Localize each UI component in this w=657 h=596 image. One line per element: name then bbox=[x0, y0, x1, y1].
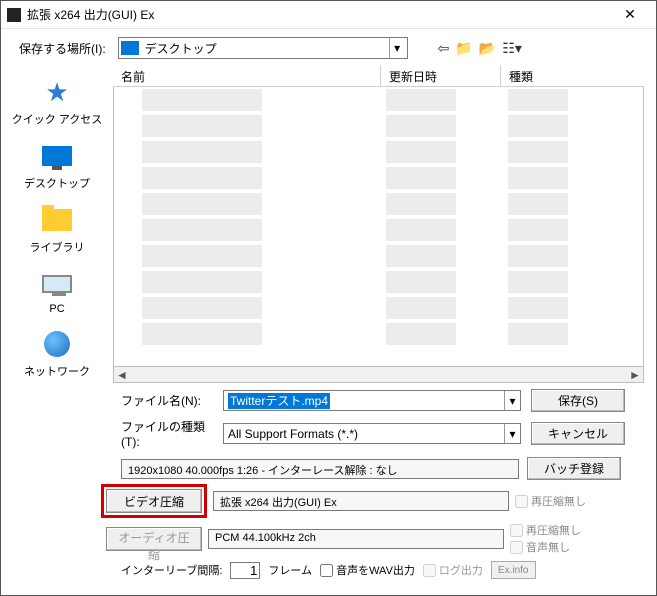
filetype-row: ファイルの種類(T): All Support Formats (*.*) ▾ … bbox=[121, 418, 656, 449]
file-list[interactable] bbox=[113, 87, 644, 367]
list-item[interactable] bbox=[114, 165, 643, 191]
scroll-left-icon[interactable]: ◄ bbox=[114, 368, 130, 382]
close-button[interactable]: ✕ bbox=[610, 1, 650, 29]
toolbar-icons: ⇦ 📁 📂 ☷▾ bbox=[438, 40, 522, 57]
video-info-row: 1920x1080 40.000fps 1:26 - インターレース解除 : な… bbox=[121, 457, 656, 480]
column-name[interactable]: 名前 bbox=[113, 65, 381, 86]
log-output-checkbox[interactable]: ログ出力 bbox=[423, 562, 483, 578]
pc-icon bbox=[42, 275, 72, 293]
places-sidebar: ★ クイック アクセス デスクトップ ライブラリ PC ネットワーク bbox=[1, 65, 113, 383]
sidebar-item-quickaccess[interactable]: ★ クイック アクセス bbox=[12, 77, 103, 127]
globe-icon bbox=[44, 331, 70, 357]
star-icon: ★ bbox=[45, 77, 68, 108]
folder-icon bbox=[42, 209, 72, 231]
main-area: ★ クイック アクセス デスクトップ ライブラリ PC ネットワーク bbox=[1, 65, 656, 383]
file-list-area: 名前 更新日時 種類 ◄ ► bbox=[113, 65, 644, 383]
audio-compress-button[interactable]: オーディオ圧縮 bbox=[106, 527, 202, 551]
audio-codec-text: PCM 44.100kHz 2ch bbox=[208, 529, 504, 549]
frame-unit-label: フレーム bbox=[268, 562, 312, 578]
video-codec-row: ビデオ圧縮 拡張 x264 出力(GUI) Ex 再圧縮無し bbox=[101, 484, 656, 518]
sidebar-item-pc[interactable]: PC bbox=[39, 269, 75, 315]
new-folder-icon[interactable]: 📂 bbox=[479, 40, 496, 57]
sidebar-item-label: クイック アクセス bbox=[12, 111, 103, 127]
titlebar: 拡張 x264 出力(GUI) Ex ✕ bbox=[1, 1, 656, 29]
list-item[interactable] bbox=[114, 217, 643, 243]
no-recompress-audio-checkbox[interactable]: 再圧縮無し bbox=[510, 522, 581, 538]
back-icon[interactable]: ⇦ bbox=[438, 40, 450, 57]
save-button[interactable]: 保存(S) bbox=[531, 389, 625, 412]
view-menu-icon[interactable]: ☷▾ bbox=[502, 40, 522, 57]
interleave-input[interactable] bbox=[230, 562, 260, 579]
sidebar-item-network[interactable]: ネットワーク bbox=[24, 329, 90, 379]
sidebar-item-label: ライブラリ bbox=[30, 239, 85, 255]
audio-codec-row: オーディオ圧縮 PCM 44.100kHz 2ch 再圧縮無し 音声無し bbox=[101, 522, 656, 555]
list-item[interactable] bbox=[114, 87, 643, 113]
list-item[interactable] bbox=[114, 269, 643, 295]
window-title: 拡張 x264 出力(GUI) Ex bbox=[27, 6, 610, 23]
filetype-value: All Support Formats (*.*) bbox=[224, 427, 504, 441]
filename-value: Twitterテスト.mp4 bbox=[228, 393, 330, 409]
sidebar-item-label: PC bbox=[49, 303, 64, 315]
no-recompress-checkbox[interactable]: 再圧縮無し bbox=[515, 493, 586, 509]
location-toolbar: 保存する場所(I): デスクトップ ▾ ⇦ 📁 📂 ☷▾ bbox=[1, 29, 656, 65]
horizontal-scrollbar[interactable]: ◄ ► bbox=[113, 367, 644, 383]
desktop-icon bbox=[121, 41, 139, 55]
filename-row: ファイル名(N): Twitterテスト.mp4 ▾ 保存(S) bbox=[121, 389, 656, 412]
highlight-box: ビデオ圧縮 bbox=[101, 484, 207, 518]
save-in-label: 保存する場所(I): bbox=[19, 40, 106, 57]
interleave-row: インターリーブ間隔: フレーム 音声をWAV出力 ログ出力 Ex.info bbox=[121, 561, 656, 579]
video-info-text: 1920x1080 40.000fps 1:26 - インターレース解除 : な… bbox=[121, 459, 519, 479]
filetype-label: ファイルの種類(T): bbox=[121, 418, 213, 449]
monitor-icon bbox=[42, 146, 72, 166]
location-text: デスクトップ bbox=[145, 40, 389, 57]
app-icon bbox=[7, 8, 21, 22]
column-type[interactable]: 種類 bbox=[501, 65, 644, 86]
batch-register-button[interactable]: バッチ登録 bbox=[527, 457, 621, 480]
filename-label: ファイル名(N): bbox=[121, 392, 213, 409]
video-codec-text: 拡張 x264 出力(GUI) Ex bbox=[213, 491, 509, 511]
dialog-window: 拡張 x264 出力(GUI) Ex ✕ 保存する場所(I): デスクトップ ▾… bbox=[0, 0, 657, 596]
sidebar-item-label: ネットワーク bbox=[24, 363, 90, 379]
chevron-down-icon[interactable]: ▾ bbox=[389, 38, 405, 58]
sidebar-item-label: デスクトップ bbox=[24, 175, 90, 191]
location-combo[interactable]: デスクトップ ▾ bbox=[118, 37, 408, 59]
list-item[interactable] bbox=[114, 321, 643, 347]
interleave-label: インターリーブ間隔: bbox=[121, 562, 222, 578]
list-item[interactable] bbox=[114, 113, 643, 139]
scroll-right-icon[interactable]: ► bbox=[627, 368, 643, 382]
chevron-down-icon[interactable]: ▾ bbox=[504, 424, 520, 443]
filetype-select[interactable]: All Support Formats (*.*) ▾ bbox=[223, 423, 521, 444]
list-item[interactable] bbox=[114, 243, 643, 269]
list-item[interactable] bbox=[114, 139, 643, 165]
exinfo-button[interactable]: Ex.info bbox=[491, 561, 536, 579]
video-compress-button[interactable]: ビデオ圧縮 bbox=[106, 489, 202, 513]
sidebar-item-desktop[interactable]: デスクトップ bbox=[24, 141, 90, 191]
wav-output-checkbox[interactable]: 音声をWAV出力 bbox=[320, 562, 415, 578]
no-audio-checkbox[interactable]: 音声無し bbox=[510, 539, 581, 555]
list-item[interactable] bbox=[114, 295, 643, 321]
filename-input[interactable]: Twitterテスト.mp4 ▾ bbox=[223, 390, 521, 411]
list-header: 名前 更新日時 種類 bbox=[113, 65, 644, 87]
up-folder-icon[interactable]: 📁 bbox=[455, 40, 472, 57]
sidebar-item-libraries[interactable]: ライブラリ bbox=[30, 205, 85, 255]
list-item[interactable] bbox=[114, 191, 643, 217]
cancel-button[interactable]: キャンセル bbox=[531, 422, 625, 445]
chevron-down-icon[interactable]: ▾ bbox=[504, 391, 520, 410]
column-date[interactable]: 更新日時 bbox=[381, 65, 501, 86]
